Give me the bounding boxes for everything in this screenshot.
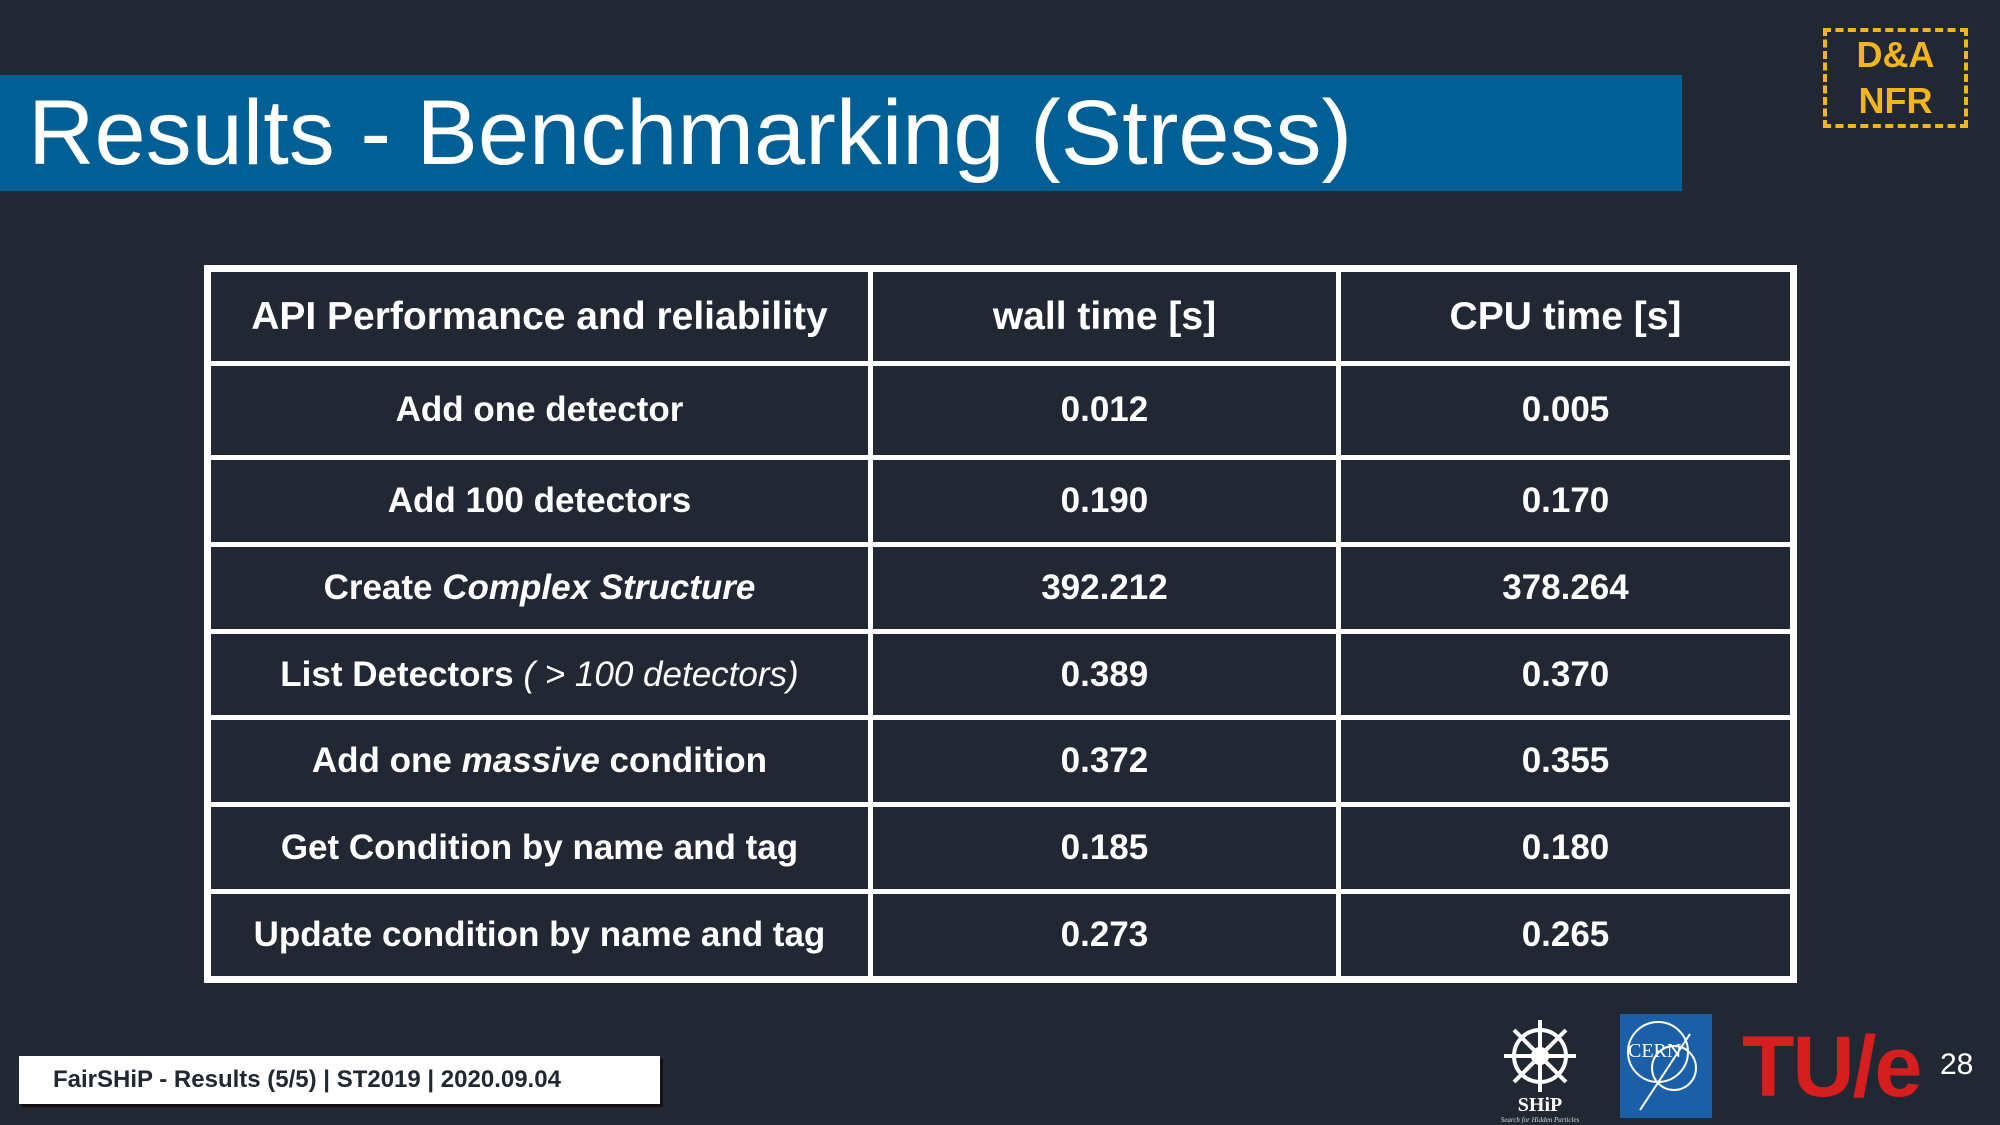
cern-logo-text: CERN (1628, 1040, 1682, 1062)
title-bar: Results - Benchmarking (Stress) (0, 75, 1682, 191)
row-label: Add 100 detectors (205, 454, 873, 547)
label-text: Add 100 detectors (387, 480, 692, 520)
badge-line-1: D&A (1856, 34, 1935, 75)
row-label: Create Complex Structure (205, 541, 873, 634)
dna-nfr-badge: D&A NFR (1823, 28, 1968, 128)
cern-logo: CERN (1620, 1014, 1712, 1118)
row-label: Add one massive condition (205, 715, 873, 808)
cpu-time-cell: 378.264 (1335, 541, 1797, 634)
ship-wheel-icon (1504, 1020, 1576, 1092)
cpu-time-cell: 0.265 (1335, 889, 1797, 982)
label-text: condition (599, 741, 767, 781)
label-text: List Detectors (280, 654, 524, 694)
row-label: Update condition by name and tag (205, 889, 873, 982)
label-text: Add one detector (395, 390, 684, 430)
row-label: Add one detector (205, 361, 873, 460)
cpu-time-cell: 0.180 (1335, 802, 1797, 895)
cpu-time-cell: 0.370 (1335, 628, 1797, 721)
page-number: 28 (1940, 1048, 1974, 1081)
benchmark-table: API Performance and reliability wall tim… (204, 265, 1797, 983)
wall-time-cell: 0.185 (867, 802, 1341, 895)
table-row: Add 100 detectors 0.190 0.170 (205, 454, 1797, 547)
header-wall-time: wall time [s] (867, 266, 1341, 366)
wall-time-cell: 0.372 (867, 715, 1341, 808)
header-api: API Performance and reliability (205, 266, 873, 366)
wall-time-cell: 0.190 (867, 454, 1341, 547)
wall-time-cell: 0.273 (867, 889, 1341, 982)
table-row: Create Complex Structure 392.212 378.264 (205, 541, 1797, 634)
table-row: Get Condition by name and tag 0.185 0.18… (205, 802, 1797, 895)
badge-line-2: NFR (1858, 80, 1933, 121)
table-row: Add one detector 0.012 0.005 (205, 361, 1797, 460)
wall-time-cell: 0.389 (867, 628, 1341, 721)
wall-time-cell: 392.212 (867, 541, 1341, 634)
cpu-time-cell: 0.170 (1335, 454, 1797, 547)
cpu-time-cell: 0.005 (1335, 361, 1797, 460)
header-cpu-time: CPU time [s] (1335, 266, 1797, 366)
table-row: Add one massive condition 0.372 0.355 (205, 715, 1797, 808)
row-label: List Detectors ( > 100 detectors) (205, 628, 873, 721)
table-row: List Detectors ( > 100 detectors) 0.389 … (205, 628, 1797, 721)
label-text: Get Condition by name and tag (280, 828, 799, 868)
cern-rings-icon (1627, 1021, 1697, 1111)
cpu-time-cell: 0.355 (1335, 715, 1797, 808)
label-text: Update condition by name and tag (253, 915, 826, 955)
ship-logo: SHiP Search for Hidden Particles (1490, 1012, 1590, 1124)
ship-logo-text: SHiP (1517, 1094, 1563, 1116)
slide-footer: FairSHiP - Results (5/5) | ST2019 | 2020… (19, 1056, 660, 1104)
ship-logo-subtext: Search for Hidden Particles (1500, 1116, 1580, 1124)
label-text-italic: Complex Structure (442, 567, 756, 607)
table-header-row: API Performance and reliability wall tim… (205, 266, 1797, 366)
slide-title: Results - Benchmarking (Stress) (28, 82, 1353, 184)
label-text-italic: massive (461, 741, 600, 781)
label-text: Create (323, 567, 443, 607)
table-row: Update condition by name and tag 0.273 0… (205, 889, 1797, 982)
label-text-italic: ( > 100 detectors) (523, 654, 799, 694)
wall-time-cell: 0.012 (867, 361, 1341, 460)
row-label: Get Condition by name and tag (205, 802, 873, 895)
label-text: Add one (311, 741, 462, 781)
tue-logo: TU/e (1742, 1019, 1922, 1115)
